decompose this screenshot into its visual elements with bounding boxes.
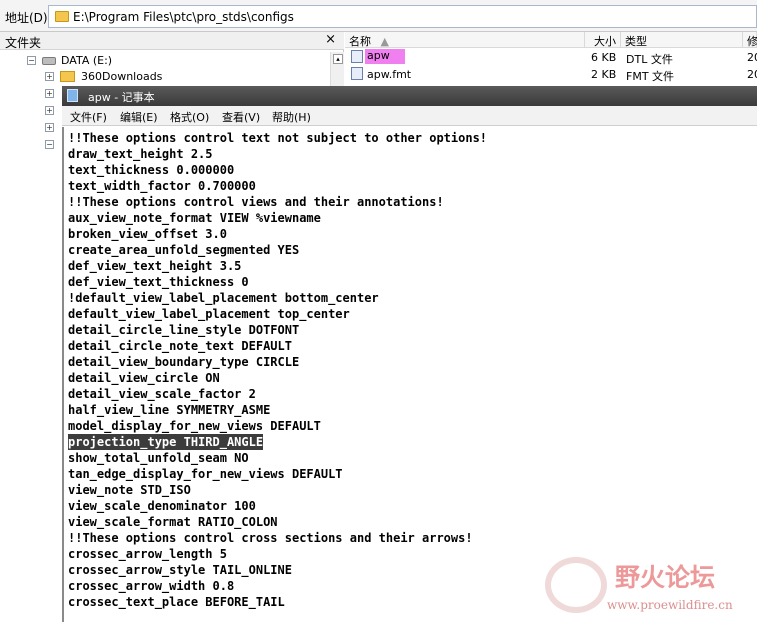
text-line: def_view_text_thickness 0 (68, 275, 249, 289)
tree-item-360downloads[interactable]: 360Downloads (81, 70, 162, 83)
sort-up-icon: ▲ (380, 35, 389, 48)
drive-icon (42, 57, 56, 65)
folder-pane-header: 文件夹 × (0, 32, 344, 50)
menu-file[interactable]: 文件(F) (70, 109, 107, 125)
text-line: detail_view_scale_factor 2 (68, 387, 256, 401)
text-line: crossec_arrow_style TAIL_ONLINE (68, 563, 292, 577)
text-line: view_note STD_ISO (68, 483, 191, 497)
column-header-date[interactable]: 修 (743, 32, 757, 48)
tree-item-data-drive[interactable]: DATA (E:) (61, 54, 112, 67)
text-line: broken_view_offset 3.0 (68, 227, 227, 241)
folder-pane-title: 文件夹 (5, 36, 42, 50)
text-line: create_area_unfold_segmented YES (68, 243, 300, 257)
notepad-icon (67, 89, 78, 102)
address-bar: 地址(D) E:\Program Files\ptc\pro_stds\conf… (0, 0, 757, 32)
file-type: FMT 文件 (626, 70, 675, 83)
text-line: draw_text_height 2.5 (68, 147, 213, 161)
file-date: 20 (747, 68, 757, 81)
text-line: !!These options control cross sections a… (68, 531, 473, 545)
text-line-selected: projection_type THIRD_ANGLE (68, 434, 264, 450)
column-header-type[interactable]: 类型 (621, 32, 743, 48)
text-line: show_total_unfold_seam NO (68, 451, 249, 465)
close-icon[interactable]: × (325, 32, 336, 47)
file-row[interactable]: apw 6 KB DTL 文件 20 (345, 49, 757, 66)
text-line: default_view_label_placement top_center (68, 307, 350, 321)
text-editor[interactable]: !!These options control text not subject… (62, 127, 757, 622)
file-name: apw (365, 49, 405, 64)
text-line: text_width_factor 0.700000 (68, 179, 256, 193)
text-line: detail_view_boundary_type CIRCLE (68, 355, 300, 369)
dtl-file-icon (351, 50, 363, 63)
folder-icon (60, 71, 75, 82)
text-line: detail_circle_line_style DOTFONT (68, 323, 300, 337)
text-line: view_scale_format RATIO_COLON (68, 515, 278, 529)
address-path: E:\Program Files\ptc\pro_stds\configs (73, 10, 294, 24)
watermark-logo (545, 557, 607, 613)
text-line: tan_edge_display_for_new_views DEFAULT (68, 467, 343, 481)
text-line: view_scale_denominator 100 (68, 499, 256, 513)
text-line: detail_circle_note_text DEFAULT (68, 339, 292, 353)
expand-toggle[interactable]: + (45, 123, 54, 132)
notepad-titlebar[interactable]: apw - 记事本 (62, 86, 757, 106)
file-type: DTL 文件 (626, 53, 673, 66)
text-line: detail_view_circle ON (68, 371, 220, 385)
text-line: crossec_text_place BEFORE_TAIL (68, 595, 285, 609)
text-line: half_view_line SYMMETRY_ASME (68, 403, 271, 417)
text-line: !!These options control views and their … (68, 195, 444, 209)
file-size: 2 KB (591, 68, 617, 81)
text-line: def_view_text_height 3.5 (68, 259, 242, 273)
file-size: 6 KB (591, 51, 617, 64)
notepad-window: apw - 记事本 文件(F) 编辑(E) 格式(O) 查看(V) 帮助(H) … (62, 86, 757, 622)
collapse-toggle[interactable]: − (45, 140, 54, 149)
watermark-site-name: 野火论坛 (615, 563, 716, 592)
collapse-toggle[interactable]: − (27, 56, 36, 65)
text-line: !default_view_label_placement bottom_cen… (68, 291, 379, 305)
address-input[interactable]: E:\Program Files\ptc\pro_stds\configs (48, 5, 757, 28)
expand-toggle[interactable]: + (45, 89, 54, 98)
menu-help[interactable]: 帮助(H) (272, 109, 311, 125)
menu-edit[interactable]: 编辑(E) (120, 109, 158, 125)
menu-format[interactable]: 格式(O) (170, 109, 209, 125)
text-line: !!These options control text not subject… (68, 131, 488, 145)
scroll-up-icon[interactable]: ▴ (333, 54, 343, 64)
file-row[interactable]: apw.fmt 2 KB FMT 文件 20 (345, 66, 757, 83)
address-label: 地址(D) (5, 11, 48, 25)
menu-bar: 文件(F) 编辑(E) 格式(O) 查看(V) 帮助(H) (62, 106, 757, 126)
fmt-file-icon (351, 67, 363, 80)
column-header-name[interactable]: 名称 ▲ (345, 32, 585, 48)
column-header-size[interactable]: 大小 (585, 32, 621, 48)
file-date: 20 (747, 51, 757, 64)
watermark: 野火论坛 www.proewildfire.cn (545, 555, 757, 622)
text-line: crossec_arrow_length 5 (68, 547, 227, 561)
menu-view[interactable]: 查看(V) (222, 109, 260, 125)
text-line: model_display_for_new_views DEFAULT (68, 419, 321, 433)
expand-toggle[interactable]: + (45, 72, 54, 81)
file-list: 名称 ▲ 大小 类型 修 apw 6 KB DTL 文件 20 apw.fmt … (345, 32, 757, 88)
text-line: aux_view_note_format VIEW %viewname (68, 211, 321, 225)
text-line: crossec_arrow_width 0.8 (68, 579, 235, 593)
expand-toggle[interactable]: + (45, 106, 54, 115)
text-line: text_thickness 0.000000 (68, 163, 235, 177)
file-name: apw.fmt (367, 68, 412, 81)
window-title: apw - 记事本 (88, 91, 155, 104)
watermark-url: www.proewildfire.cn (607, 598, 733, 612)
folder-icon (55, 11, 69, 22)
